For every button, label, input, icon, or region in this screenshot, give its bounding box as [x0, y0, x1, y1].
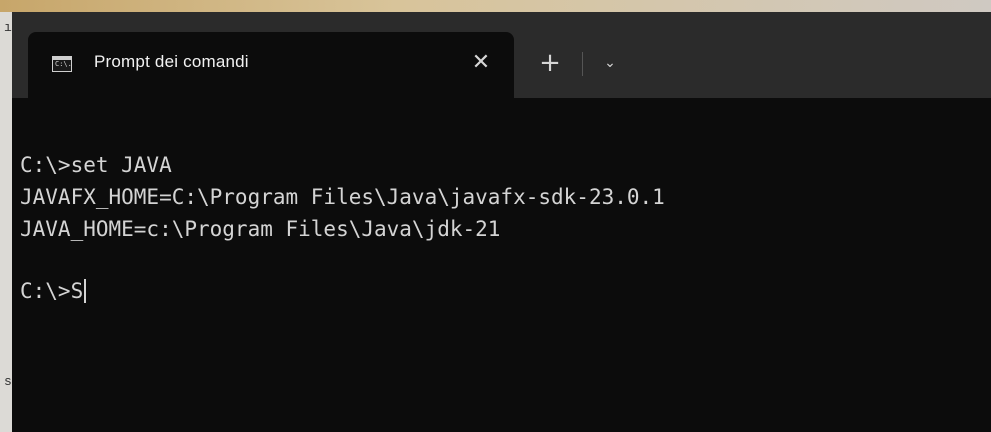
- new-tab-icon[interactable]: +: [533, 46, 567, 80]
- background-window-edge: ı s: [0, 12, 12, 432]
- title-bar: C:\. Prompt dei comandi ✕ + ⌄: [12, 12, 991, 98]
- terminal-line: JAVAFX_HOME=C:\Program Files\Java\javafx…: [20, 185, 665, 209]
- toolbar-divider: [582, 52, 583, 76]
- background-edge-text: ı: [4, 20, 12, 35]
- chevron-down-icon[interactable]: ⌄: [595, 48, 625, 78]
- terminal-window: C:\. Prompt dei comandi ✕ + ⌄ C:\>set JA…: [12, 12, 991, 432]
- terminal-prompt-line[interactable]: C:\>S: [20, 278, 87, 304]
- terminal-line: C:\>set JAVA: [20, 153, 172, 177]
- command-prompt-icon-text: C:\.: [55, 60, 72, 68]
- desktop-background: [0, 0, 991, 12]
- text-cursor: [84, 279, 87, 303]
- terminal-line: JAVA_HOME=c:\Program Files\Java\jdk-21: [20, 217, 501, 241]
- tab-title: Prompt dei comandi: [94, 52, 249, 71]
- tab-command-prompt[interactable]: C:\. Prompt dei comandi ✕: [28, 32, 514, 98]
- terminal-prompt-text: C:\>S: [20, 279, 84, 303]
- command-prompt-icon: C:\.: [52, 56, 72, 72]
- background-edge-text: s: [4, 374, 12, 389]
- terminal-output[interactable]: C:\>set JAVA JAVAFX_HOME=C:\Program File…: [12, 98, 991, 432]
- close-tab-icon[interactable]: ✕: [464, 46, 498, 80]
